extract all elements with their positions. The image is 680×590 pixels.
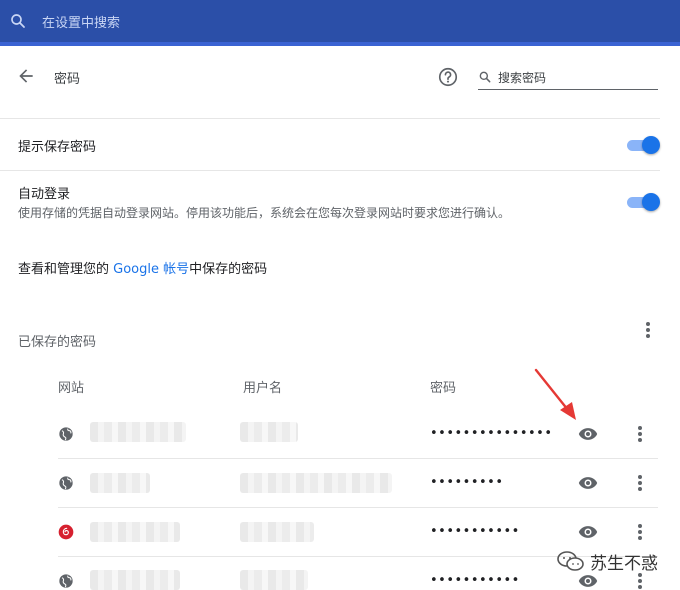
password-mask: ••••••••••• [430, 573, 520, 588]
manage-suffix: 中保存的密码 [189, 262, 268, 277]
toggle-knob [642, 193, 660, 211]
auto-signin-toggle[interactable] [627, 193, 660, 211]
passwords-header: 密码 搜索密码 [0, 50, 680, 102]
globe-icon [59, 574, 73, 588]
site-name-redacted [90, 570, 180, 590]
saved-passwords-more-icon[interactable] [644, 322, 652, 340]
password-mask: ••••••••• [430, 475, 504, 490]
column-header-password: 密码 [430, 381, 457, 396]
manage-prefix: 查看和管理您的 [18, 262, 114, 277]
search-icon [479, 71, 491, 83]
site-name-redacted [90, 422, 186, 442]
username-redacted [240, 570, 308, 590]
column-header-username: 用户名 [243, 381, 283, 396]
site-name-redacted [90, 522, 180, 542]
password-search-placeholder: 搜索密码 [498, 71, 547, 85]
auto-signin-label: 自动登录 [18, 187, 71, 202]
row-more-icon[interactable] [636, 475, 644, 493]
username-redacted [240, 473, 392, 493]
username-redacted [240, 422, 298, 442]
toggle-knob [642, 136, 660, 154]
auto-signin-setting: 自动登录 使用存储的凭据自动登录网站。停用该功能后，系统会在您每次登录网站时要求… [0, 170, 680, 230]
offer-to-save-setting: 提示保存密码 [0, 118, 680, 170]
password-search-input[interactable]: 搜索密码 [478, 66, 658, 90]
row-more-icon[interactable] [636, 426, 644, 444]
search-icon [11, 14, 25, 28]
settings-search-placeholder: 在设置中搜索 [42, 16, 121, 31]
offer-to-save-toggle[interactable] [627, 136, 660, 154]
auto-signin-description: 使用存储的凭据自动登录网站。停用该功能后，系统会在您每次登录网站时要求您进行确认… [18, 206, 511, 220]
red-annotation-arrow [534, 368, 576, 420]
help-icon[interactable] [437, 66, 459, 88]
google-account-link[interactable]: Google 帐号 [113, 262, 189, 277]
wechat-icon [557, 551, 584, 571]
watermark-text: 苏生不惑 [590, 554, 658, 574]
settings-search-bar[interactable]: 在设置中搜索 [0, 0, 680, 46]
globe-icon [59, 476, 73, 490]
show-password-eye-icon[interactable] [578, 476, 598, 490]
show-password-eye-icon[interactable] [578, 525, 598, 539]
netease-music-icon [58, 524, 74, 540]
username-redacted [240, 522, 314, 542]
page-title: 密码 [54, 72, 81, 87]
column-header-site: 网站 [58, 381, 85, 396]
password-mask: ••••••••••• [430, 524, 520, 539]
site-name-redacted [90, 473, 150, 493]
globe-icon [59, 427, 73, 441]
password-row: ••••••••••• [0, 507, 680, 556]
manage-google-account-text: 查看和管理您的 Google 帐号中保存的密码 [18, 258, 267, 277]
password-row: ••••••••• [0, 458, 680, 507]
row-more-icon[interactable] [636, 524, 644, 542]
back-arrow-icon[interactable] [16, 66, 36, 86]
row-more-icon[interactable] [636, 573, 644, 590]
show-password-eye-icon[interactable] [578, 427, 598, 441]
offer-to-save-label: 提示保存密码 [18, 140, 97, 155]
password-mask: ••••••••••••••• [430, 426, 553, 441]
show-password-eye-icon[interactable] [578, 574, 598, 588]
saved-passwords-title: 已保存的密码 [18, 335, 97, 350]
